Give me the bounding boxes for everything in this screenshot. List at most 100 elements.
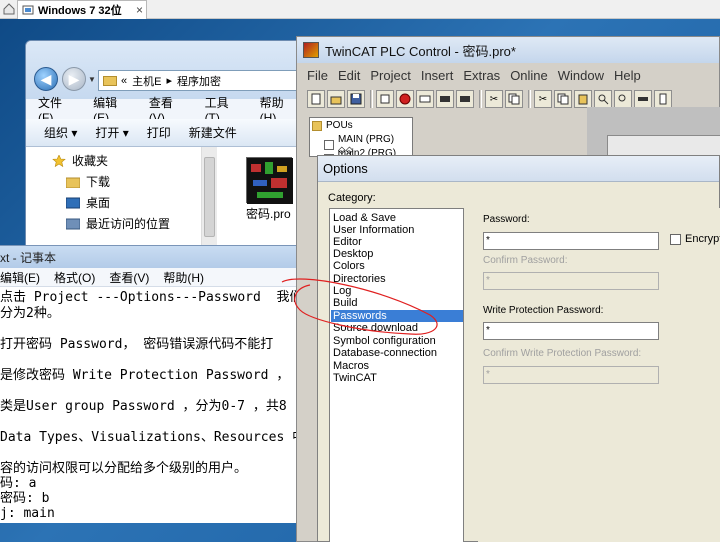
encrypt-checkbox[interactable]: Encrypt xyxy=(670,233,720,245)
menu-help[interactable]: Help xyxy=(614,68,641,83)
notepad-menu-format[interactable]: 格式(O) xyxy=(54,269,95,286)
confirm-write-protect-field: * xyxy=(483,366,659,384)
tool-icon[interactable] xyxy=(654,90,672,108)
explorer-nav-bar: ◀ ▶ ▼ « 主机E ▸ 程序加密 xyxy=(26,41,304,99)
category-item[interactable]: Editor xyxy=(331,236,463,248)
file-icon-pro[interactable] xyxy=(246,157,293,204)
sidebar-item-recent[interactable]: 最近访问的位置 xyxy=(66,215,170,232)
category-item[interactable]: Macros xyxy=(331,360,463,372)
category-item[interactable]: Load & Save xyxy=(331,212,463,224)
forward-button[interactable]: ▶ xyxy=(62,67,86,91)
save-icon[interactable] xyxy=(347,90,365,108)
menu-insert[interactable]: Insert xyxy=(421,68,454,83)
cut-icon-2[interactable]: ✂ xyxy=(534,90,552,108)
new-file-icon[interactable] xyxy=(307,90,325,108)
cut-icon[interactable]: ✂ xyxy=(485,90,503,108)
folder-icon xyxy=(103,75,117,86)
toolbar-separator xyxy=(370,90,373,108)
vm-tab-label: Windows 7 32位 xyxy=(38,5,122,17)
find-next-icon[interactable] xyxy=(614,90,632,108)
breadcrumb-folder[interactable]: 程序加密 xyxy=(177,73,221,89)
category-item[interactable]: Database-connection xyxy=(331,347,463,359)
sidebar-item-desktop[interactable]: 桌面 xyxy=(66,194,110,211)
menu-project[interactable]: Project xyxy=(370,68,410,83)
star-icon xyxy=(52,154,66,167)
replace-icon[interactable] xyxy=(634,90,652,108)
vm-tab-windows7[interactable]: Windows 7 32位 × xyxy=(17,0,147,19)
toolbar-separator xyxy=(528,90,531,108)
address-chevron: « xyxy=(121,74,128,87)
new-folder-button[interactable]: 新建文件 xyxy=(189,124,237,141)
file-label[interactable]: 密码.pro xyxy=(246,205,291,222)
build-icon[interactable] xyxy=(376,90,394,108)
passwords-panel: Password: * Confirm Password: * Write Pr… xyxy=(478,208,720,542)
menu-file[interactable]: File xyxy=(307,68,328,83)
notepad-menu-view[interactable]: 查看(V) xyxy=(109,269,149,286)
folder-icon xyxy=(312,120,322,131)
copy-icon-2[interactable] xyxy=(554,90,572,108)
desktop-icon xyxy=(66,197,80,208)
text-line: j: main xyxy=(0,506,55,521)
menu-edit[interactable]: Edit xyxy=(338,68,360,83)
password-label: Password: xyxy=(483,214,530,225)
text-line: 打开密码 Password， 密码错误源代码不能打 xyxy=(0,337,274,352)
organize-button[interactable]: 组织 ▾ xyxy=(44,124,77,141)
download-folder-icon xyxy=(66,177,80,188)
menu-window[interactable]: Window xyxy=(558,68,604,83)
vm-icon xyxy=(22,5,34,15)
scrollbar-thumb[interactable] xyxy=(204,157,215,237)
text-line: 码: a xyxy=(0,476,37,491)
sidebar-item-label: 最近访问的位置 xyxy=(86,217,171,231)
category-item[interactable]: Desktop xyxy=(331,248,463,260)
child-window xyxy=(607,135,720,157)
logout-icon[interactable] xyxy=(456,90,474,108)
toolbar-separator xyxy=(479,90,482,108)
pou-tree: POUs MAIN (PRG) ◇◇ main2 (PRG) ◇◇ xyxy=(309,117,413,170)
open-button[interactable]: 打开 ▾ xyxy=(95,124,128,141)
text-line: 密码: b xyxy=(0,491,50,506)
copy-icon[interactable] xyxy=(505,90,523,108)
twincat-file-icon xyxy=(247,158,293,204)
category-list[interactable]: Load & Save User Information Editor Desk… xyxy=(329,208,464,542)
open-folder-icon[interactable] xyxy=(327,90,345,108)
confirm-password-label: Confirm Password: xyxy=(483,255,568,266)
notepad-window: xt - 记事本 编辑(E) 格式(O) 查看(V) 帮助(H) 点击 Proj… xyxy=(0,245,300,523)
find-icon[interactable] xyxy=(594,90,612,108)
category-item[interactable]: TwinCAT xyxy=(331,372,463,384)
text-line: 是修改密码 Write Protection Password ， xyxy=(0,368,290,383)
twincat-app-icon xyxy=(303,42,319,58)
paste-icon[interactable] xyxy=(574,90,592,108)
explorer-menu-bar: 文件(F) 编辑(E) 查看(V) 工具(T) 帮助(H) xyxy=(26,96,304,125)
text-line: 分为2种。 xyxy=(0,306,60,321)
address-bar[interactable]: « 主机E ▸ 程序加密 xyxy=(98,70,304,91)
sidebar-item-label: 桌面 xyxy=(86,196,111,210)
twincat-title-bar: TwinCAT PLC Control - 密码.pro* xyxy=(297,37,719,63)
twincat-title: TwinCAT PLC Control - 密码.pro* xyxy=(325,43,516,59)
home-icon[interactable] xyxy=(2,2,16,16)
sidebar-item-downloads[interactable]: 下载 xyxy=(66,173,110,190)
password-field[interactable]: * xyxy=(483,232,659,250)
dialog-title: Options xyxy=(318,156,719,182)
pou-folder[interactable]: POUs xyxy=(312,120,353,131)
notepad-menu-help[interactable]: 帮助(H) xyxy=(163,269,204,286)
confirm-write-protect-label: Confirm Write Protection Password: xyxy=(483,348,642,359)
write-protect-field[interactable]: * xyxy=(483,322,659,340)
text-line: 容的访问权限可以分配给多个级别的用户。 xyxy=(0,461,248,476)
notepad-title: xt - 记事本 xyxy=(0,246,300,268)
menu-extras[interactable]: Extras xyxy=(463,68,500,83)
category-item[interactable]: User Information xyxy=(331,224,463,236)
close-icon[interactable]: × xyxy=(136,3,143,17)
login-icon[interactable] xyxy=(436,90,454,108)
checkbox-box[interactable] xyxy=(670,233,681,245)
print-button[interactable]: 打印 xyxy=(147,124,171,141)
breadcrumb-host[interactable]: 主机E xyxy=(132,73,161,89)
pou-root-label: POUs xyxy=(326,120,353,131)
notepad-menu-edit[interactable]: 编辑(E) xyxy=(0,269,40,286)
sidebar-item-favorites[interactable]: 收藏夹 xyxy=(52,152,108,169)
notepad-text-area[interactable]: 点击 Project ---Options---Password 我们 分为2种… xyxy=(0,288,300,521)
stop-icon[interactable] xyxy=(396,90,414,108)
menu-online[interactable]: Online xyxy=(510,68,548,83)
back-button[interactable]: ◀ xyxy=(34,67,58,91)
run-icon[interactable] xyxy=(416,90,434,108)
chevron-down-icon[interactable]: ▼ xyxy=(88,75,96,84)
